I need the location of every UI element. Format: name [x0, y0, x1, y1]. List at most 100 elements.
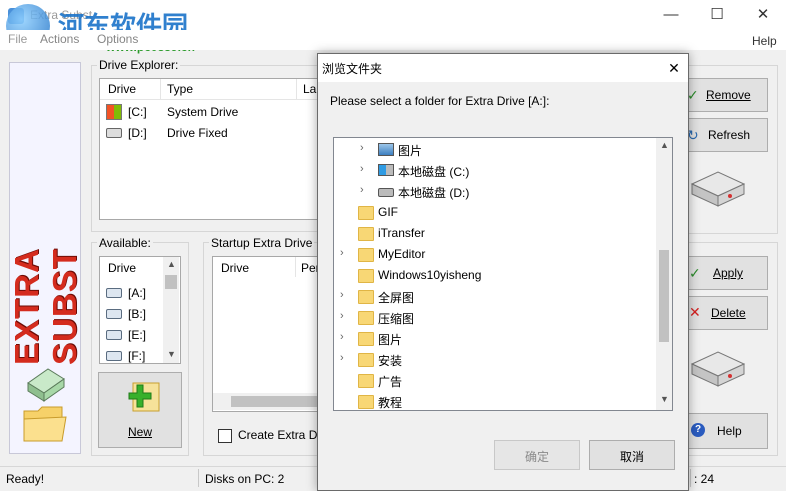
new-folder-icon	[119, 381, 161, 417]
column-type[interactable]: Type	[167, 82, 193, 96]
drive-letter: [B:]	[128, 307, 147, 321]
folder-tree[interactable]: › 图片 › 本地磁盘 (C:) › 本地磁盘 (D:) GIF iTransfer › MyEd…	[333, 137, 673, 411]
menu-options[interactable]: Options	[97, 32, 138, 46]
ok-button[interactable]: 确定	[494, 440, 580, 470]
create-extra-drive-checkbox[interactable]	[218, 429, 232, 443]
status-disks: Disks on PC: 2	[205, 472, 285, 486]
apply-check-icon: ✓	[689, 265, 701, 281]
available-column-drive[interactable]: Drive	[108, 261, 136, 275]
chevron-right-icon[interactable]: ›	[340, 247, 344, 259]
status-divider	[690, 469, 691, 487]
tree-item[interactable]: › 本地磁盘 (D:)	[334, 181, 656, 202]
column-label[interactable]: La	[303, 82, 316, 96]
tree-item-label: iTransfer	[378, 226, 425, 240]
startup-column-drive[interactable]: Drive	[221, 261, 249, 275]
remove-button[interactable]: ✓ Remove	[682, 78, 768, 112]
list-item[interactable]: [E:]	[100, 325, 162, 345]
tree-item[interactable]: 教程	[334, 391, 656, 410]
new-label: New	[127, 425, 152, 439]
chevron-right-icon[interactable]: ›	[360, 184, 364, 196]
tree-item-label: 压缩图	[378, 312, 415, 326]
tree-item-label: 本地磁盘 (D:)	[398, 186, 470, 200]
drive-explorer-list[interactable]: Drive Type La [C:] System Drive [D:] Dri…	[99, 78, 329, 220]
tree-item[interactable]: › 安装	[334, 349, 656, 370]
tree-item[interactable]: Windows10yisheng	[334, 265, 656, 286]
menu-file[interactable]: File	[8, 32, 27, 46]
status-divider	[198, 469, 199, 487]
scroll-thumb[interactable]	[165, 275, 177, 289]
available-label: Available:	[97, 236, 153, 250]
cancel-button[interactable]: 取消	[589, 440, 675, 470]
scroll-down-icon[interactable]: ▼	[660, 394, 669, 404]
tree-item[interactable]: › 图片	[334, 328, 656, 349]
tree-item[interactable]: 广告	[334, 370, 656, 391]
status-ready: Ready!	[6, 472, 45, 486]
available-list[interactable]: Drive [A:] [B:] [E:] [F:] ▲ ▼	[99, 256, 181, 364]
table-row[interactable]: [C:] System Drive	[100, 102, 328, 122]
title-bar: Extra Subst 河东软件园 www.pc0359.cn — ☐ ✕	[0, 0, 786, 54]
chevron-right-icon[interactable]: ›	[340, 352, 344, 364]
tree-item[interactable]: GIF	[334, 202, 656, 223]
startup-hscroll[interactable]	[213, 393, 332, 410]
drive-letter: [A:]	[128, 286, 147, 300]
table-row[interactable]: [D:] Drive Fixed	[100, 123, 328, 143]
scroll-up-icon[interactable]: ▲	[660, 140, 669, 150]
tree-item-label: 图片	[398, 144, 423, 158]
chevron-right-icon[interactable]: ›	[340, 310, 344, 322]
tree-item[interactable]: › 压缩图	[334, 307, 656, 328]
drive-explorer-header: Drive Type La	[100, 79, 328, 100]
dialog-close-button[interactable]: ✕	[660, 54, 688, 82]
tree-item[interactable]: › 本地磁盘 (C:)	[334, 160, 656, 181]
tree-scrollbar[interactable]: ▲ ▼	[656, 138, 672, 410]
folder-icon	[358, 395, 374, 409]
list-item[interactable]: [B:]	[100, 304, 162, 324]
chevron-right-icon[interactable]: ›	[340, 331, 344, 343]
scroll-thumb[interactable]	[659, 250, 669, 342]
tree-item-label: 全屏图	[378, 291, 415, 305]
type-cell: System Drive	[167, 105, 239, 119]
menu-actions[interactable]: Actions	[40, 32, 79, 46]
scroll-thumb[interactable]	[231, 396, 331, 407]
refresh-label: Refresh	[708, 128, 751, 142]
tree-item[interactable]: › 全屏图	[334, 286, 656, 307]
menu-help[interactable]: Help	[752, 34, 777, 48]
delete-x-icon: ✕	[689, 304, 701, 320]
chevron-right-icon[interactable]: ›	[360, 163, 364, 175]
drive-letter: [E:]	[128, 328, 147, 342]
list-item[interactable]: [A:]	[100, 283, 162, 303]
status-right-value: : 24	[694, 472, 715, 486]
apply-label: Apply	[713, 266, 744, 280]
list-item[interactable]: [F:]	[100, 346, 162, 363]
tree-item-label: Windows10yisheng	[378, 268, 482, 282]
refresh-button[interactable]: ↻ Refresh	[682, 118, 768, 152]
tree-item-label: 教程	[378, 396, 403, 410]
column-drive[interactable]: Drive	[108, 82, 136, 96]
delete-button[interactable]: ✕ Delete	[682, 296, 768, 330]
tree-item-label: 安装	[378, 354, 403, 368]
tree-item[interactable]: iTransfer	[334, 223, 656, 244]
column-divider	[160, 79, 161, 99]
create-extra-drive-label[interactable]: Create Extra D	[238, 428, 317, 442]
drive-cell: [C:]	[128, 105, 147, 119]
dialog-prompt: Please select a folder for Extra Drive […	[330, 94, 550, 108]
close-button[interactable]: ✕	[740, 0, 786, 30]
ok-label: 确定	[524, 450, 549, 464]
help-icon: ?	[691, 423, 705, 437]
maximize-button[interactable]: ☐	[694, 0, 740, 30]
new-button[interactable]: New	[98, 372, 182, 448]
minimize-button[interactable]: —	[648, 0, 694, 30]
system-drive-icon	[378, 164, 394, 176]
apply-button[interactable]: ✓ Apply	[682, 256, 768, 290]
chevron-right-icon[interactable]: ›	[340, 289, 344, 301]
tree-item[interactable]: › MyEditor	[334, 244, 656, 265]
folder-icon	[358, 206, 374, 220]
help-button[interactable]: ? Help	[682, 413, 768, 449]
startup-list[interactable]: Drive Per	[212, 256, 333, 412]
chevron-right-icon[interactable]: ›	[360, 142, 364, 154]
scroll-down-icon[interactable]: ▼	[167, 349, 176, 359]
available-scrollbar[interactable]: ▲ ▼	[163, 257, 179, 363]
tree-item[interactable]: › 图片	[334, 139, 656, 160]
remove-label: Remove	[706, 88, 751, 102]
startup-label: Startup Extra Drive	[209, 236, 315, 250]
scroll-up-icon[interactable]: ▲	[167, 259, 176, 269]
